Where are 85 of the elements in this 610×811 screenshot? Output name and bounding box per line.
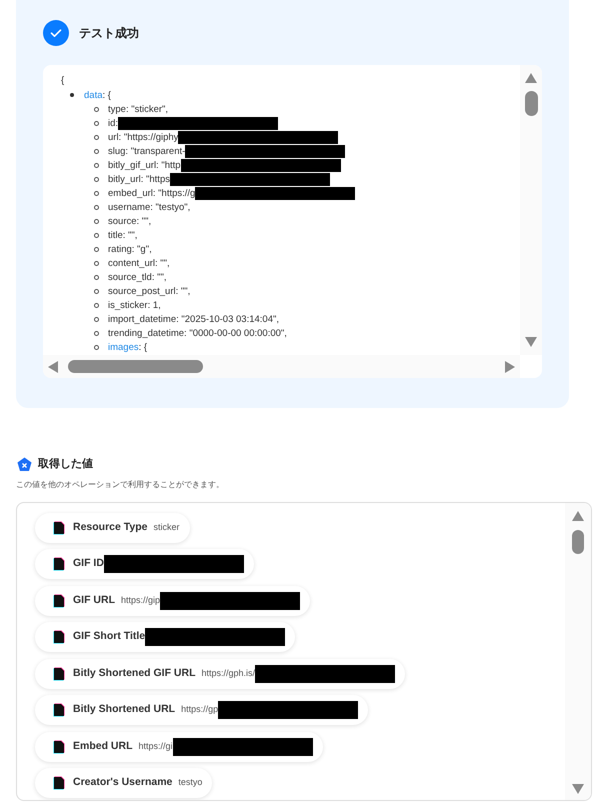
- bullet-icon: [94, 302, 99, 308]
- code-text: : {: [102, 88, 111, 102]
- status-title: テスト成功: [79, 25, 139, 42]
- chip-label: Bitly Shortened GIF URL: [73, 666, 196, 681]
- chip-label: Resource Type: [73, 520, 148, 535]
- document-icon: [53, 630, 65, 644]
- document-icon: [53, 594, 65, 608]
- code-text: source_tld: "",: [108, 270, 166, 284]
- chip-label: Bitly Shortened URL: [73, 702, 176, 718]
- scroll-up-icon[interactable]: [524, 73, 538, 83]
- code-text: username: "testyo",: [108, 200, 190, 214]
- output-value-chip[interactable]: Creator's Username testyo: [35, 768, 212, 798]
- chip-label: GIF Short Title: [73, 629, 146, 644]
- chip-value: https://gi: [138, 740, 173, 753]
- code-text: slug: "transparent-: [108, 144, 186, 158]
- output-value-chip[interactable]: Bitly Shortened URL https://gp: [35, 695, 368, 725]
- code-text: bitly_url: "https: [108, 172, 170, 186]
- output-value-chip[interactable]: GIF URL https://gip: [35, 586, 310, 616]
- bullet-icon: [94, 218, 99, 224]
- bullet-icon: [70, 93, 74, 97]
- bullet-icon: [94, 148, 99, 154]
- scroll-down-icon[interactable]: [571, 784, 585, 794]
- bullet-icon: [94, 274, 99, 280]
- code-text: {: [61, 74, 64, 88]
- bullet-icon: [94, 246, 99, 252]
- output-value-chip[interactable]: Bitly Shortened GIF URL https://gph.is/: [35, 658, 406, 688]
- scrollbar-thumb[interactable]: [572, 530, 584, 554]
- scrollbar-thumb[interactable]: [524, 91, 538, 116]
- scroll-left-icon[interactable]: [48, 360, 58, 372]
- code-text: is_sticker: 1,: [108, 298, 161, 312]
- bullet-icon: [94, 176, 99, 182]
- document-icon: [53, 740, 65, 754]
- code-text: source_post_url: "",: [108, 284, 190, 298]
- code-text: content_url: "",: [108, 256, 170, 270]
- bullet-icon: [94, 330, 99, 336]
- scrollbar-thumb[interactable]: [68, 360, 203, 373]
- bullet-icon: [94, 120, 99, 126]
- code-text: url: "https://giphy: [108, 130, 178, 144]
- document-icon: [53, 666, 65, 680]
- bullet-icon: [94, 106, 99, 112]
- output-value-chip[interactable]: Embed URL https://gi: [35, 732, 323, 762]
- bullet-icon: [94, 288, 99, 294]
- output-value-chip[interactable]: GIF ID: [35, 549, 254, 579]
- bullet-icon: [94, 316, 99, 322]
- document-icon: [53, 520, 65, 534]
- bullet-icon: [94, 232, 99, 238]
- variable-icon: [17, 456, 32, 472]
- scroll-right-icon[interactable]: [505, 360, 515, 372]
- check-icon: [43, 20, 69, 46]
- chip-value: testyo: [178, 776, 202, 790]
- chip-label: Embed URL: [73, 738, 133, 754]
- code-text: : {: [138, 340, 148, 354]
- document-icon: [53, 703, 65, 717]
- section-description: この値を他のオペレーションで利用することができます。: [16, 478, 224, 490]
- scroll-down-icon[interactable]: [524, 337, 538, 347]
- document-icon: [53, 776, 65, 790]
- object-key[interactable]: data: [84, 88, 102, 102]
- code-text: id:: [108, 116, 118, 130]
- bullet-icon: [94, 260, 99, 266]
- output-value-chip[interactable]: GIF Short Title: [35, 622, 296, 652]
- bullet-icon: [94, 162, 99, 168]
- code-text: import_datetime: "2025-10-03 03:14:04",: [108, 312, 279, 326]
- chip-label: Creator's Username: [73, 775, 172, 790]
- bullet-icon: [94, 134, 99, 140]
- bullet-icon: [94, 204, 99, 210]
- section-title: 取得した値: [38, 457, 93, 472]
- chip-value: https://gp: [181, 703, 218, 716]
- code-text: type: "sticker",: [108, 102, 168, 116]
- bullet-icon: [94, 344, 99, 350]
- scroll-up-icon[interactable]: [571, 510, 585, 520]
- object-key[interactable]: images: [108, 340, 139, 354]
- chip-value: sticker: [154, 520, 180, 534]
- code-text: bitly_gif_url: "http: [108, 158, 181, 172]
- chip-label: GIF ID: [73, 556, 104, 572]
- code-text: trending_datetime: "0000-00-00 00:00:00",: [108, 326, 287, 340]
- output-value-chip[interactable]: Resource Type sticker: [35, 512, 190, 542]
- code-text: source: "",: [108, 214, 152, 228]
- code-text: rating: "g",: [108, 242, 152, 256]
- code-text: embed_url: "https://g: [108, 186, 196, 200]
- code-text: title: "",: [108, 228, 138, 242]
- chip-value: https://gph.is/: [202, 666, 256, 680]
- chip-label: GIF URL: [73, 592, 115, 608]
- chip-value: https://gip: [121, 594, 160, 607]
- document-icon: [53, 557, 65, 571]
- bullet-icon: [94, 190, 99, 196]
